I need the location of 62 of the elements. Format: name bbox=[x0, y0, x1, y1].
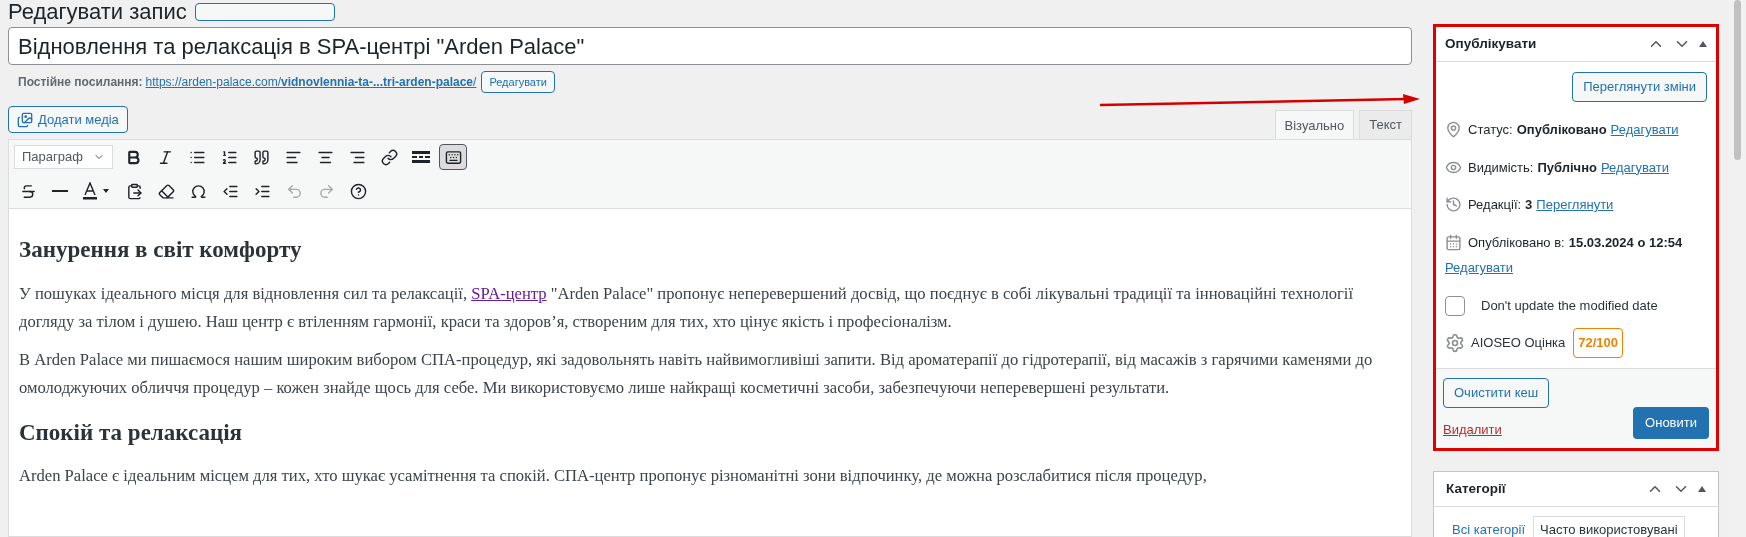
content-heading: Спокій та релаксація bbox=[19, 418, 243, 447]
collapse-triangle-icon[interactable] bbox=[1698, 486, 1706, 492]
calendar-icon bbox=[1445, 233, 1462, 251]
preview-changes-button[interactable]: Переглянути зміни bbox=[1572, 72, 1707, 102]
meta-value: Опубліковано bbox=[1516, 121, 1607, 139]
checkbox[interactable] bbox=[1445, 295, 1465, 316]
edit-link[interactable]: Редагувати bbox=[1610, 120, 1679, 140]
delete-link[interactable]: Видалити bbox=[1443, 419, 1502, 439]
quote-icon bbox=[252, 148, 270, 166]
editor-tab[interactable]: Текст bbox=[1359, 110, 1412, 139]
panel-title: Опублікувати bbox=[1445, 34, 1537, 53]
keyboard-icon bbox=[444, 148, 462, 166]
editor-tab[interactable]: Візуально bbox=[1274, 110, 1355, 140]
content-link[interactable]: SPA-центр bbox=[471, 283, 547, 303]
update-button[interactable]: Оновити bbox=[1633, 407, 1709, 439]
edit-link[interactable]: Редагувати bbox=[1445, 260, 1514, 275]
seo-score: 72/100 bbox=[1573, 327, 1624, 358]
clear-cache-button[interactable]: Очистити кеш bbox=[1443, 377, 1550, 408]
gear-icon bbox=[1445, 332, 1465, 353]
add-media-button[interactable]: Додати медіа bbox=[8, 106, 128, 133]
content-paragraph: У пошуках ідеального місця для відновлення сил та релаксації, SPA-центр "Arden Palace" пропонує неперевершений досвід, що поєднує в собі лікувальні традиції та інноваційні технології догляду за тілом і душею. Наш центр є втіленням гармонії, краси та здоров’я, створеним для тих, хто цінує якість і професіоналізм. bbox=[19, 282, 1355, 333]
edit-link[interactable]: Редагувати bbox=[1600, 157, 1669, 177]
text-color-icon bbox=[82, 182, 112, 200]
format-select[interactable]: Параграф bbox=[14, 145, 113, 169]
redo-icon bbox=[317, 182, 335, 200]
heading-button[interactable] bbox=[194, 3, 335, 21]
history-icon bbox=[1445, 196, 1462, 213]
meta-value: Публічно bbox=[1537, 158, 1597, 177]
checkbox-label: Don't update the modified date bbox=[1481, 296, 1658, 315]
help-icon bbox=[349, 182, 367, 200]
strikethrough-icon bbox=[19, 182, 37, 200]
eraser-icon bbox=[157, 182, 175, 200]
title-field[interactable]: Відновлення та релаксація в SPA-центрі "Arden Palace" bbox=[8, 27, 1412, 65]
content-paragraph: В Arden Palace ми пишаємося нашим широким вибором СПА-процедур, які задовольнять навіть найвимогливіші запити. Від ароматерапії до гідротерапії, від масажів з гарячими каменями до омолоджуючих обличчя процедур – кожен знайде щось для себе. Ми використовуємо лише найкращі косметичні засоби, забезпечуючи неперевершені результати. bbox=[19, 348, 1374, 399]
category-tab[interactable]: Часто використовувані bbox=[1533, 516, 1685, 537]
meta-label: Редакції: bbox=[1468, 196, 1522, 214]
read-more-icon bbox=[412, 151, 430, 163]
meta-value: 15.03.2024 о 12:54 bbox=[1568, 233, 1683, 252]
media-icon bbox=[17, 111, 33, 128]
meta-value: 3 bbox=[1525, 196, 1533, 214]
content-paragraph: Arden Palace є ідеальним місцем для тих, хто шукає усамітнення та спокій. СПА-центр пропонує різноманітні зони відпочинку, де можна розслабитися після процедур, bbox=[19, 465, 1208, 487]
meta-label: Опубліковано в: bbox=[1468, 233, 1565, 252]
meta-label: Статус: bbox=[1468, 121, 1513, 139]
omega-icon bbox=[189, 182, 207, 200]
numbered-list-icon bbox=[220, 148, 238, 166]
content-heading: Занурення в світ комфорту bbox=[19, 236, 303, 264]
link-icon bbox=[380, 148, 398, 166]
panel-title: Категорії bbox=[1446, 479, 1506, 498]
meta-label: Видимість: bbox=[1468, 158, 1534, 177]
horizontal-line-icon bbox=[52, 190, 68, 192]
edit-link[interactable]: Переглянути bbox=[1536, 195, 1614, 215]
collapse-triangle-icon[interactable] bbox=[1699, 41, 1707, 47]
seo-label: AIOSEO Оцінка bbox=[1471, 333, 1566, 352]
toolbar-button[interactable] bbox=[439, 144, 467, 170]
page-heading: Редагувати запис bbox=[8, 1, 187, 23]
paste-icon bbox=[125, 182, 143, 200]
edit-permalink-button[interactable]: Редагувати bbox=[481, 71, 555, 93]
undo-icon bbox=[285, 182, 303, 200]
permalink-label: Постійне посилання: bbox=[18, 74, 143, 91]
permalink-url[interactable]: https://arden-palace.com/vidnovlennia-ta-...tri-arden-palace/ bbox=[145, 73, 477, 91]
category-tab[interactable]: Всі категорії bbox=[1446, 516, 1532, 537]
pin-icon bbox=[1445, 121, 1462, 138]
